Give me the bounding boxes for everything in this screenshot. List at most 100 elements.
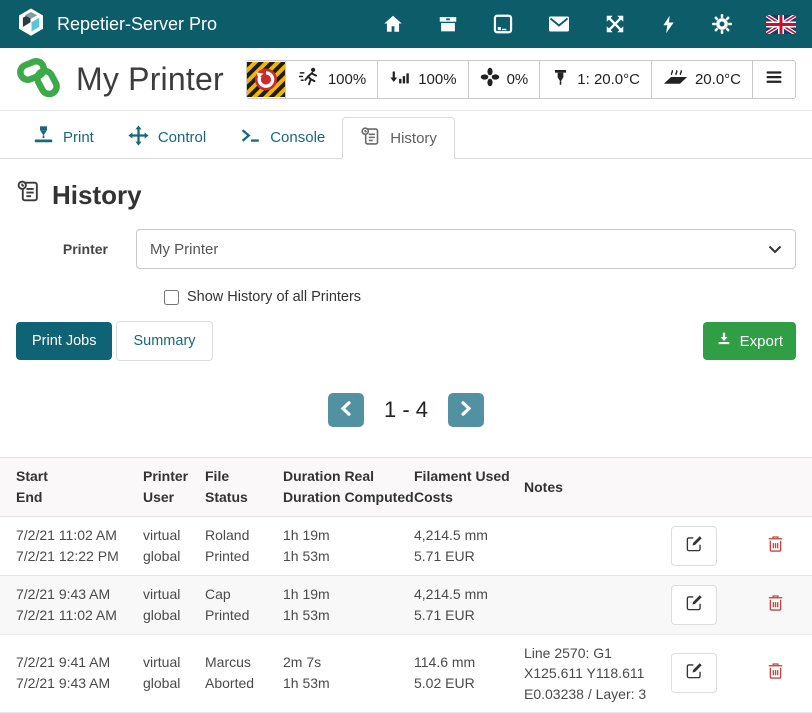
printer-select[interactable]: My Printer (136, 229, 796, 269)
table-row: 7/2/21 11:02 AM 7/2/21 12:22 PM virtual … (0, 517, 812, 576)
prev-page-button[interactable] (328, 393, 364, 427)
history-heading: History (16, 179, 796, 211)
delete-job-button[interactable] (763, 533, 787, 560)
speed-icon (297, 66, 321, 92)
printer-menu-button[interactable] (752, 61, 795, 98)
fan-button[interactable]: 0% (468, 61, 540, 98)
cell-printer-user: virtual global (135, 576, 197, 635)
cell-start-end: 7/2/21 9:41 AM 7/2/21 9:43 AM (0, 635, 135, 713)
table-header-row: Start End Printer User File Status Durat… (0, 458, 812, 517)
top-navbar: Repetier-Server Pro (0, 0, 812, 48)
cell-printer-user: virtual global (135, 517, 197, 576)
history-heading-icon (16, 179, 41, 211)
bolt-icon[interactable] (659, 14, 678, 35)
col-edit (650, 458, 730, 517)
chevron-right-icon (460, 401, 472, 419)
cell-notes (516, 576, 650, 635)
tab-console[interactable]: Console (223, 117, 342, 158)
console-icon (240, 125, 261, 150)
cell-duration: 2m 7s 1h 53m (275, 635, 406, 713)
extruder-temp-button[interactable]: 1: 20.0°C (539, 61, 651, 98)
tab-print[interactable]: Print (16, 117, 111, 158)
page-range-label: 1 - 4 (384, 397, 428, 423)
summary-button[interactable]: Summary (116, 321, 212, 361)
table-row: 7/2/21 9:41 AM 7/2/21 9:43 AM virtual gl… (0, 635, 812, 713)
cell-filament-costs: 4,214.5 mm 5.71 EUR (406, 517, 516, 576)
language-flag-icon[interactable] (766, 15, 796, 34)
cell-duration: 1h 19m 1h 53m (275, 576, 406, 635)
print-jobs-button[interactable]: Print Jobs (16, 322, 112, 360)
history-heading-text: History (52, 180, 142, 211)
cell-filament-costs: 114.6 mm 5.02 EUR (406, 635, 516, 713)
trash-icon (766, 592, 785, 619)
edit-pencil-icon (685, 661, 704, 686)
trash-icon (766, 533, 785, 560)
brand[interactable]: Repetier-Server Pro (16, 7, 217, 42)
flow-icon (389, 66, 411, 92)
connection-link-icon[interactable] (16, 56, 62, 103)
edit-pencil-icon (685, 593, 704, 618)
extruder-icon (551, 68, 570, 91)
col-delete (730, 458, 812, 517)
speed-value: 100% (328, 71, 366, 88)
flow-value: 100% (418, 71, 456, 88)
emergency-stop-button[interactable] (247, 61, 285, 98)
printer-select-value: My Printer (150, 241, 218, 258)
cell-start-end: 7/2/21 9:43 AM 7/2/21 11:02 AM (0, 576, 135, 635)
gear-icon[interactable] (711, 13, 733, 35)
fan-value: 0% (507, 71, 529, 88)
tab-history[interactable]: History (342, 117, 455, 159)
cell-file-status: Marcus Aborted (197, 635, 275, 713)
col-file-status: File Status (197, 458, 275, 517)
home-icon[interactable] (382, 13, 404, 35)
edit-note-button[interactable] (671, 653, 717, 693)
cell-notes: Line 2570: G1 X125.611 Y118.611 E0.03238… (516, 635, 650, 713)
expand-icon[interactable] (604, 13, 626, 35)
edit-note-button[interactable] (671, 526, 717, 566)
next-page-button[interactable] (448, 393, 484, 427)
printer-frame-icon[interactable] (492, 13, 514, 35)
print-jobs-table: Start End Printer User File Status Durat… (0, 457, 812, 713)
cell-duration: 1h 19m 1h 53m (275, 517, 406, 576)
cell-file-status: Roland Printed (197, 517, 275, 576)
all-printers-checkbox-label[interactable]: Show History of all Printers (187, 289, 361, 305)
hamburger-menu-icon (764, 67, 784, 91)
chevron-left-icon (340, 401, 352, 419)
extruder-temp-value: 1: 20.0°C (577, 71, 640, 88)
speed-button[interactable]: 100% (285, 61, 377, 98)
edit-note-button[interactable] (671, 585, 717, 625)
edit-pencil-icon (685, 534, 704, 559)
bed-temp-button[interactable]: 20.0°C (651, 61, 752, 98)
all-printers-checkbox[interactable] (164, 290, 179, 305)
history-clipboard-icon (360, 126, 381, 151)
bed-temp-value: 20.0°C (695, 71, 741, 88)
cell-notes (516, 517, 650, 576)
view-buttons-row: Print Jobs Summary Export (0, 321, 812, 361)
export-button-label: Export (740, 333, 783, 350)
tab-control-label: Control (158, 129, 206, 146)
col-duration: Duration Real Duration Computed (275, 458, 406, 517)
cell-file-status: Cap Printed (197, 576, 275, 635)
flow-button[interactable]: 100% (377, 61, 467, 98)
printer-select-row: Printer My Printer (16, 229, 796, 269)
tab-history-label: History (390, 130, 437, 147)
col-start-end: Start End (0, 458, 135, 517)
col-filament-costs: Filament Used Costs (406, 458, 516, 517)
mail-icon[interactable] (547, 12, 571, 36)
printer-status-bar: 100% 100% 0% 1: 20.0°C 20.0°C (246, 60, 796, 99)
delete-job-button[interactable] (763, 592, 787, 619)
download-icon (716, 331, 732, 351)
box-icon[interactable] (437, 13, 459, 35)
trash-icon (766, 660, 785, 687)
all-printers-checkbox-row: Show History of all Printers (164, 289, 796, 305)
pagination: 1 - 4 (0, 393, 812, 427)
export-button[interactable]: Export (703, 322, 796, 360)
col-notes: Notes (516, 458, 650, 517)
print-icon (33, 125, 54, 150)
tab-console-label: Console (270, 129, 325, 146)
page-title: My Printer (76, 61, 224, 98)
delete-job-button[interactable] (763, 660, 787, 687)
tab-control[interactable]: Control (111, 117, 223, 158)
cell-printer-user: virtual global (135, 635, 197, 713)
tab-print-label: Print (63, 129, 94, 146)
